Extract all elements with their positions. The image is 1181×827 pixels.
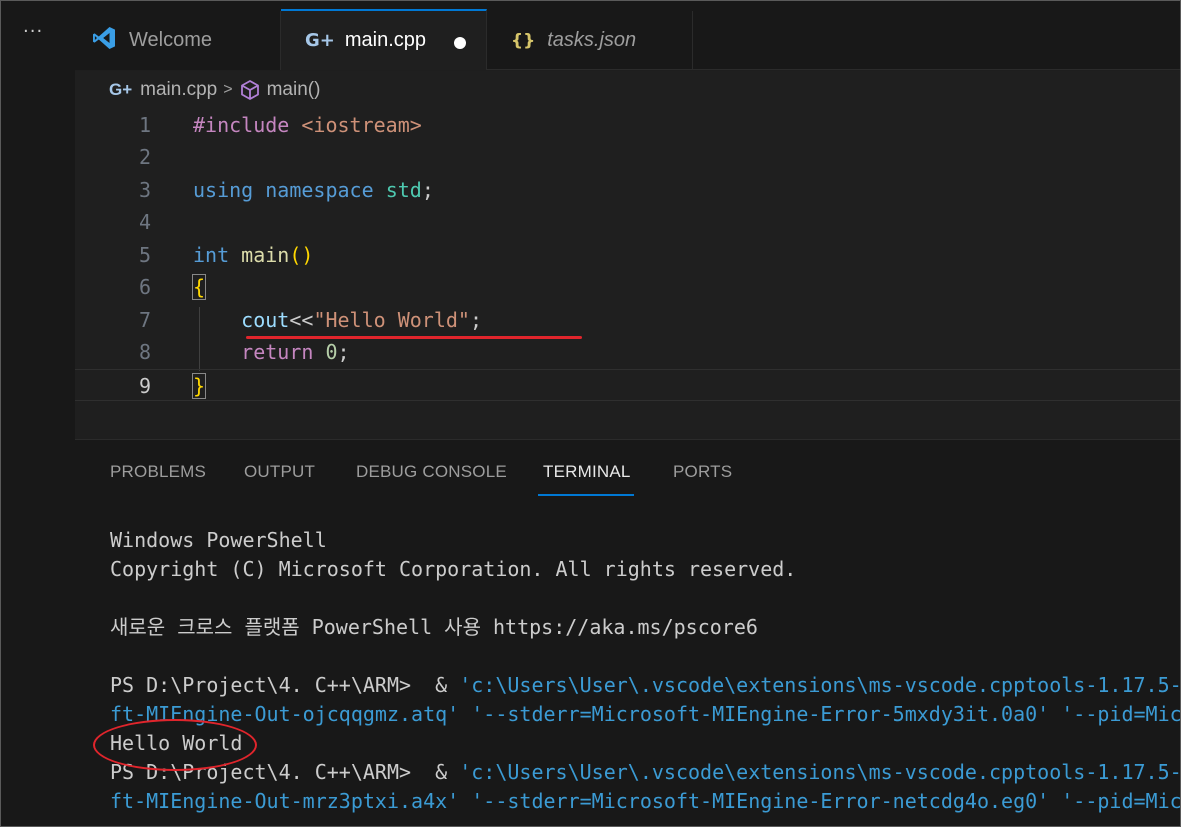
- code-line[interactable]: 4: [75, 206, 1180, 238]
- line-number: 2: [138, 145, 151, 169]
- token-close-brace: }: [191, 373, 207, 399]
- code-line-current[interactable]: 9 }: [75, 369, 1180, 402]
- code-line[interactable]: 7 cout<<"Hello World";: [75, 304, 1180, 336]
- code-text: cout<<"Hello World";: [193, 304, 482, 336]
- tab-tasks-json[interactable]: {} tasks.json: [487, 11, 693, 70]
- terminal-line: Copyright (C) Microsoft Corporation. All…: [110, 557, 797, 581]
- tab-main-cpp[interactable]: G+ main.cpp: [281, 9, 487, 70]
- code-line[interactable]: 8 return 0;: [75, 336, 1180, 368]
- terminal-line: PS D:\Project\4. C++\ARM> & 'c:\Users\Us…: [110, 758, 1181, 787]
- line-number: 5: [138, 243, 151, 267]
- tab-debug-console[interactable]: DEBUG CONSOLE: [356, 462, 507, 482]
- token-number: 0: [325, 340, 338, 364]
- breadcrumb-file[interactable]: main.cpp: [140, 79, 217, 101]
- token-punctuation: ;: [337, 340, 350, 364]
- terminal-arg: ft-MIEngine-Out-mrz3ptxi.a4x': [110, 789, 460, 813]
- code-editor[interactable]: 1 #include <iostream> 2 3 using namespac…: [75, 109, 1180, 439]
- tab-welcome[interactable]: Welcome: [75, 11, 281, 70]
- token-variable: cout: [241, 308, 290, 332]
- code-text: int main(): [193, 239, 313, 271]
- vscode-logo-icon: [91, 25, 117, 56]
- editor-tab-bar: Welcome G+ main.cpp {} tasks.json: [75, 1, 1180, 70]
- tab-label: main.cpp: [344, 29, 427, 51]
- more-actions-icon[interactable]: ···: [23, 23, 49, 41]
- token-preprocessor: #include: [193, 113, 290, 137]
- method-cube-icon: [239, 79, 261, 101]
- token-namespace: std: [385, 178, 422, 202]
- line-number: 4: [138, 210, 151, 234]
- token-punctuation: ;: [421, 178, 434, 202]
- tab-label: Welcome: [129, 29, 212, 51]
- token-include-path: <iostream>: [301, 113, 422, 137]
- red-circle-annotation: [93, 719, 257, 771]
- tab-label: tasks.json: [547, 29, 637, 51]
- token-keyword: namespace: [265, 178, 374, 202]
- line-number: 9: [138, 374, 151, 398]
- json-file-icon: {}: [511, 30, 536, 51]
- token-keyword: using: [193, 178, 254, 202]
- code-line[interactable]: 2: [75, 141, 1180, 173]
- terminal-line: ft-MIEngine-Out-mrz3ptxi.a4x' '--stderr=…: [110, 787, 1181, 816]
- tab-output[interactable]: OUTPUT: [244, 462, 315, 482]
- code-line[interactable]: 1 #include <iostream>: [75, 109, 1180, 141]
- code-line[interactable]: 3 using namespace std;: [75, 174, 1180, 206]
- bottom-panel: PROBLEMS OUTPUT DEBUG CONSOLE TERMINAL P…: [75, 440, 1181, 826]
- terminal-command-path: 'c:\Users\User\.vscode\extensions\ms-vsc…: [459, 673, 1181, 697]
- token-string: "Hello World": [313, 308, 470, 332]
- token-type: int: [193, 243, 230, 267]
- terminal-arg: '--stderr=Microsoft-MIEngine-Error-netcd…: [459, 789, 1050, 813]
- token-open-brace: {: [191, 274, 207, 300]
- cpp-file-icon: G+: [109, 80, 133, 99]
- tab-terminal[interactable]: TERMINAL: [543, 462, 631, 482]
- terminal-line: PS D:\Project\4. C++\ARM> & 'c:\Users\Us…: [110, 671, 1181, 700]
- panel-tab-bar: PROBLEMS OUTPUT DEBUG CONSOLE TERMINAL P…: [75, 440, 1180, 498]
- code-text: }: [191, 370, 207, 402]
- terminal-line: 새로운 크로스 플랫폼 PowerShell 사용 https://aka.ms…: [110, 615, 758, 639]
- red-underline-annotation: [246, 336, 582, 339]
- tab-problems[interactable]: PROBLEMS: [110, 462, 206, 482]
- unsaved-changes-dot-icon[interactable]: [454, 37, 466, 49]
- terminal-arg: '--pid=Mic: [1049, 789, 1181, 813]
- breadcrumb-symbol[interactable]: main(): [267, 79, 321, 101]
- tab-ports[interactable]: PORTS: [673, 462, 732, 482]
- code-line[interactable]: 6 {: [75, 271, 1180, 303]
- cpp-file-icon: G+: [305, 30, 335, 51]
- token-punctuation: ;: [469, 308, 483, 332]
- active-tab-indicator: [538, 494, 634, 496]
- line-number: 3: [138, 178, 151, 202]
- terminal-line: Windows PowerShell: [110, 528, 327, 552]
- code-text: return 0;: [193, 336, 350, 368]
- token-operator: <<: [289, 308, 314, 332]
- terminal-arg: '--stderr=Microsoft-MIEngine-Error-5mxdy…: [459, 702, 1050, 726]
- terminal-prompt: PS D:\Project\4. C++\ARM> &: [110, 673, 460, 697]
- code-text: {: [191, 271, 207, 303]
- breadcrumb: G+ main.cpp > main(): [75, 71, 1180, 109]
- line-number: 7: [138, 308, 151, 332]
- terminal-command-path: 'c:\Users\User\.vscode\extensions\ms-vsc…: [459, 760, 1181, 784]
- line-number: 8: [138, 340, 151, 364]
- line-number: 1: [138, 113, 151, 137]
- terminal-line: ft-MIEngine-Out-ojcqqgmz.atq' '--stderr=…: [110, 700, 1181, 729]
- token-parens: (): [289, 243, 314, 267]
- line-number: 6: [138, 275, 151, 299]
- token-function: main: [241, 243, 290, 267]
- vscode-window: ··· Welcome G+ main.cpp {} tasks.json G+…: [0, 0, 1181, 827]
- code-line[interactable]: 5 int main(): [75, 239, 1180, 271]
- code-text: #include <iostream>: [193, 109, 422, 141]
- code-text: using namespace std;: [193, 174, 434, 206]
- chevron-right-icon: >: [223, 81, 233, 98]
- activity-bar: ···: [1, 1, 75, 826]
- token-keyword: return: [241, 340, 314, 364]
- terminal-arg: '--pid=Mic: [1049, 702, 1181, 726]
